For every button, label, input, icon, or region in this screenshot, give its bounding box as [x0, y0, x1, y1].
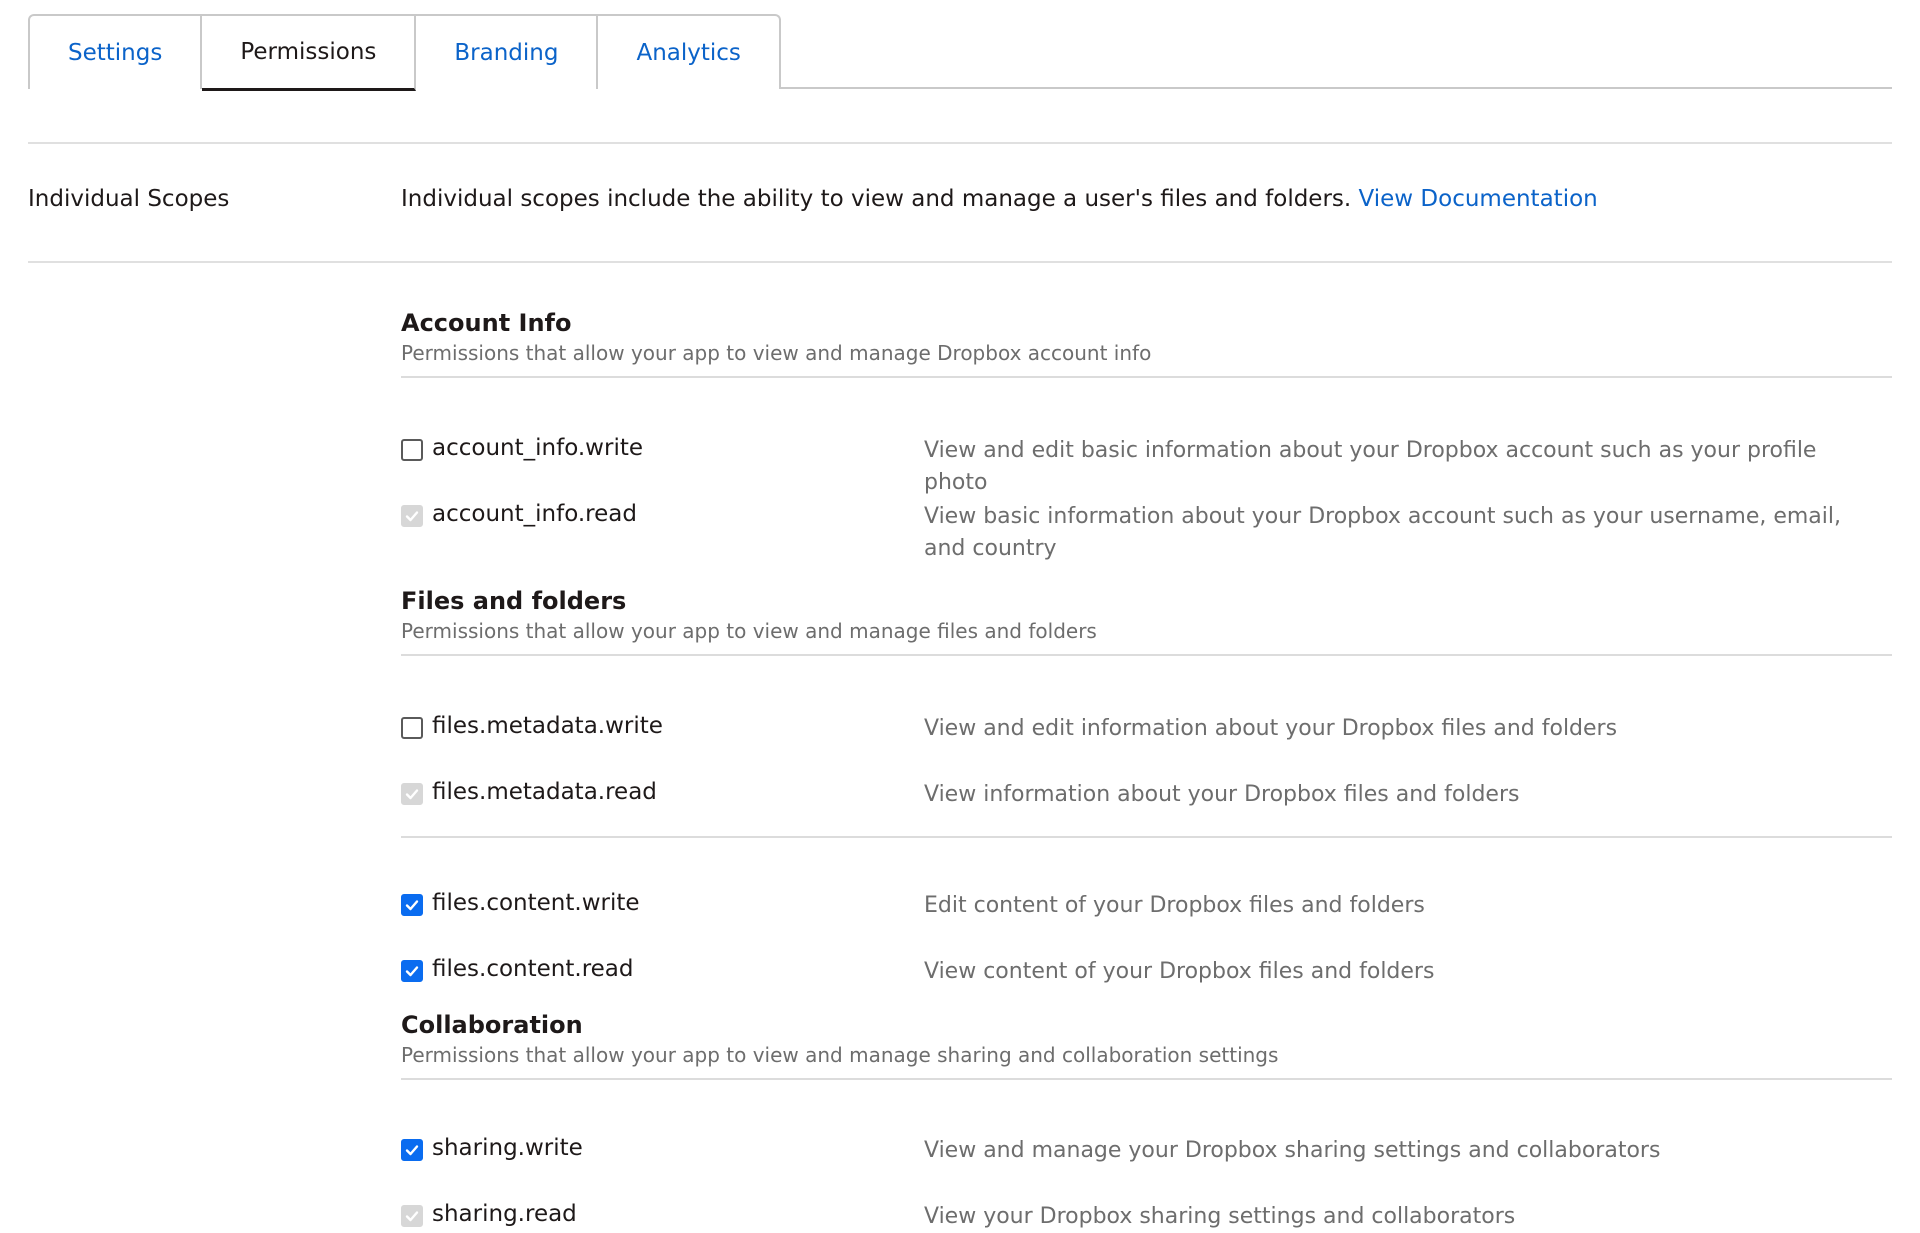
tab-bar: Settings Permissions Branding Analytics	[28, 14, 1892, 91]
permission-description: View your Dropbox sharing settings and c…	[924, 1204, 1516, 1229]
section-title: Account Info	[401, 309, 572, 337]
permission-name: account_info.write	[432, 435, 643, 461]
section-divider	[401, 376, 1892, 378]
checkbox-sharing-write[interactable]	[401, 1139, 423, 1161]
tab-settings[interactable]: Settings	[28, 14, 203, 89]
divider	[28, 261, 1892, 263]
checkbox-files-metadata-write[interactable]	[401, 717, 423, 739]
permission-description: Edit content of your Dropbox files and f…	[924, 893, 1425, 918]
tab-analytics[interactable]: Analytics	[598, 14, 781, 89]
app-permissions-page: Settings Permissions Branding Analytics …	[28, 14, 1892, 1229]
divider	[28, 142, 1892, 144]
permission-name: sharing.write	[432, 1135, 583, 1161]
checkbox-sharing-read	[401, 1205, 423, 1227]
section-subtitle: Permissions that allow your app to view …	[401, 341, 1152, 365]
checkmark-icon	[405, 1145, 419, 1156]
permission-description: View and manage your Dropbox sharing set…	[924, 1138, 1661, 1163]
section-divider	[401, 1078, 1892, 1080]
tab-branding[interactable]: Branding	[416, 14, 599, 89]
checkbox-files-content-read[interactable]	[401, 960, 423, 982]
individual-scopes-label: Individual Scopes	[28, 186, 230, 212]
checkmark-icon	[405, 511, 419, 522]
checkmark-icon	[405, 789, 419, 800]
checkmark-icon	[405, 966, 419, 977]
permission-name: files.content.read	[432, 956, 634, 982]
checkmark-icon	[405, 1211, 419, 1222]
checkbox-account-info-read	[401, 505, 423, 527]
tab-permissions[interactable]: Permissions	[202, 14, 417, 91]
permission-description: View information about your Dropbox file…	[924, 782, 1520, 807]
checkbox-account-info-write[interactable]	[401, 439, 423, 461]
checkbox-files-metadata-read	[401, 783, 423, 805]
permission-name: files.content.write	[432, 890, 640, 916]
permission-name: account_info.read	[432, 501, 637, 527]
permission-description: View and edit information about your Dro…	[924, 716, 1618, 741]
checkbox-files-content-write[interactable]	[401, 894, 423, 916]
permission-description: View and edit basic information about yo…	[924, 438, 1817, 495]
section-divider	[401, 654, 1892, 656]
view-documentation-link[interactable]: View Documentation	[1359, 186, 1598, 212]
individual-scopes-description: Individual scopes include the ability to…	[401, 186, 1598, 212]
permission-name: sharing.read	[432, 1201, 577, 1227]
permission-name: files.metadata.read	[432, 779, 657, 805]
permission-description: View basic information about your Dropbo…	[924, 504, 1842, 561]
checkmark-icon	[405, 900, 419, 911]
permission-description: View content of your Dropbox files and f…	[924, 959, 1435, 984]
section-divider	[401, 836, 1892, 838]
section-title: Collaboration	[401, 1011, 583, 1039]
section-subtitle: Permissions that allow your app to view …	[401, 1043, 1279, 1067]
section-subtitle: Permissions that allow your app to view …	[401, 619, 1097, 643]
section-title: Files and folders	[401, 587, 627, 615]
individual-scopes-text: Individual scopes include the ability to…	[401, 186, 1352, 212]
permission-name: files.metadata.write	[432, 713, 663, 739]
